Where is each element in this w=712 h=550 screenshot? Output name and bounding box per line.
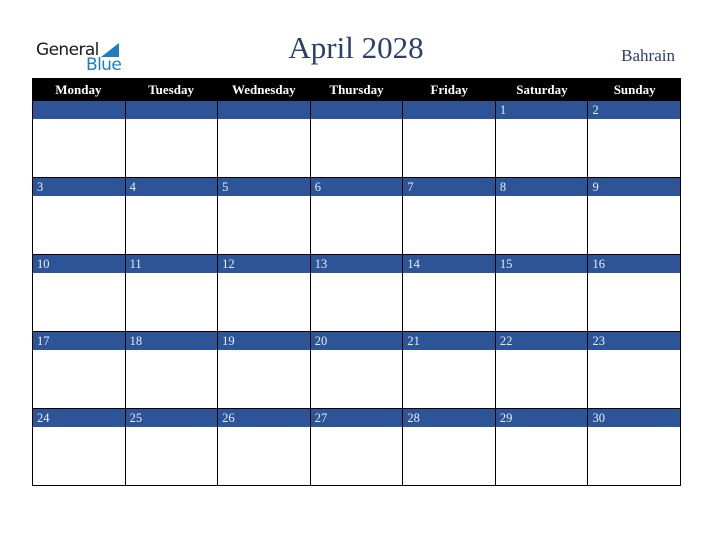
calendar-title: April 2028 (288, 30, 424, 65)
day-cell[interactable]: 13 (309, 255, 403, 332)
date-number: 21 (403, 332, 495, 350)
date-number: 9 (588, 178, 681, 196)
date-number: 30 (588, 409, 681, 427)
date-number: 2 (588, 101, 681, 119)
day-cell[interactable]: 19 (217, 332, 310, 409)
day-cell[interactable]: 11 (124, 255, 218, 332)
day-cell[interactable]: 29 (494, 409, 588, 486)
day-cell[interactable]: 12 (217, 255, 310, 332)
week-row: 3456789 (32, 178, 682, 255)
date-number: 20 (310, 332, 403, 350)
weekday-header: Saturday (516, 82, 568, 97)
date-number (403, 101, 495, 119)
day-cell[interactable] (124, 101, 218, 178)
day-cell[interactable]: 8 (494, 178, 588, 255)
week-row: 10 11 12 13 14 15 16 (32, 255, 682, 332)
day-cell[interactable]: 5 (217, 178, 310, 255)
date-number (125, 101, 218, 119)
day-cell[interactable]: 6 (309, 178, 403, 255)
day-cell[interactable] (402, 101, 495, 178)
date-number: 23 (588, 332, 681, 350)
date-number: 28 (403, 409, 495, 427)
date-number (33, 101, 125, 119)
day-cell[interactable]: 20 (309, 332, 403, 409)
weekday-header: Wednesday (232, 82, 296, 97)
week-row: 12 (32, 101, 682, 178)
day-cell[interactable]: 22 (494, 332, 588, 409)
day-cell[interactable]: 23 (587, 332, 682, 409)
date-number: 11 (125, 255, 218, 273)
date-number: 14 (403, 255, 495, 273)
day-cell[interactable]: 14 (402, 255, 495, 332)
date-number: 25 (125, 409, 218, 427)
date-number (218, 101, 310, 119)
date-number: 4 (125, 178, 218, 196)
date-number: 17 (33, 332, 125, 350)
weekday-header: Thursday (329, 82, 384, 97)
date-number: 22 (495, 332, 588, 350)
day-cell[interactable]: 10 (32, 255, 125, 332)
date-number: 5 (218, 178, 310, 196)
day-cell[interactable]: 27 (309, 409, 403, 486)
date-number: 12 (218, 255, 310, 273)
day-cell[interactable]: 25 (124, 409, 218, 486)
date-number: 13 (310, 255, 403, 273)
day-cell[interactable]: 1 (494, 101, 588, 178)
day-cell[interactable] (309, 101, 403, 178)
day-cell[interactable]: 18 (124, 332, 218, 409)
day-cell[interactable]: 30 (587, 409, 682, 486)
date-number: 7 (403, 178, 495, 196)
day-cell[interactable]: 17 (32, 332, 125, 409)
date-number: 15 (495, 255, 588, 273)
day-cell[interactable]: 21 (402, 332, 495, 409)
date-number: 10 (33, 255, 125, 273)
day-cell[interactable]: 15 (494, 255, 588, 332)
date-number: 1 (495, 101, 588, 119)
weekday-header: Tuesday (148, 82, 194, 97)
day-cell[interactable]: 26 (217, 409, 310, 486)
day-cell[interactable]: 7 (402, 178, 495, 255)
date-number: 29 (495, 409, 588, 427)
date-number: 3 (33, 178, 125, 196)
date-number (310, 101, 403, 119)
day-cell[interactable]: 3 (32, 178, 125, 255)
weekday-header: Friday (430, 82, 469, 97)
date-number: 18 (125, 332, 218, 350)
weeks-container: 1 2 3 4 5 6 7 8 9 10 11 12 13 14 15 16 17 18 19 20 21 22 23 24 2… (32, 101, 682, 486)
date-number: 19 (218, 332, 310, 350)
day-cell[interactable]: 9 (587, 178, 682, 255)
date-number: 16 (588, 255, 681, 273)
day-cell[interactable] (217, 101, 310, 178)
week-row: 17 18 19 20 21 22 23 (32, 332, 682, 409)
date-number: 26 (218, 409, 310, 427)
date-number: 6 (310, 178, 403, 196)
date-number: 27 (310, 409, 403, 427)
country-label: Bahrain (621, 46, 675, 65)
week-row: 24 25 26 27 28 29 30 (32, 409, 682, 486)
day-cell[interactable]: 2 (587, 101, 682, 178)
weekday-header: Monday (55, 82, 102, 97)
day-cell[interactable]: 16 (587, 255, 682, 332)
day-cell[interactable] (32, 101, 125, 178)
calendar-grid: Monday Tuesday Wednesday Thursday Friday… (32, 78, 682, 486)
day-cell[interactable]: 4 (124, 178, 218, 255)
weekday-header-row: Monday Tuesday Wednesday Thursday Friday… (32, 78, 681, 101)
day-cell[interactable]: 24 (32, 409, 125, 486)
date-number: 24 (33, 409, 125, 427)
day-cell[interactable]: 28 (402, 409, 495, 486)
weekday-header: Sunday (613, 82, 656, 97)
date-number: 8 (495, 178, 588, 196)
